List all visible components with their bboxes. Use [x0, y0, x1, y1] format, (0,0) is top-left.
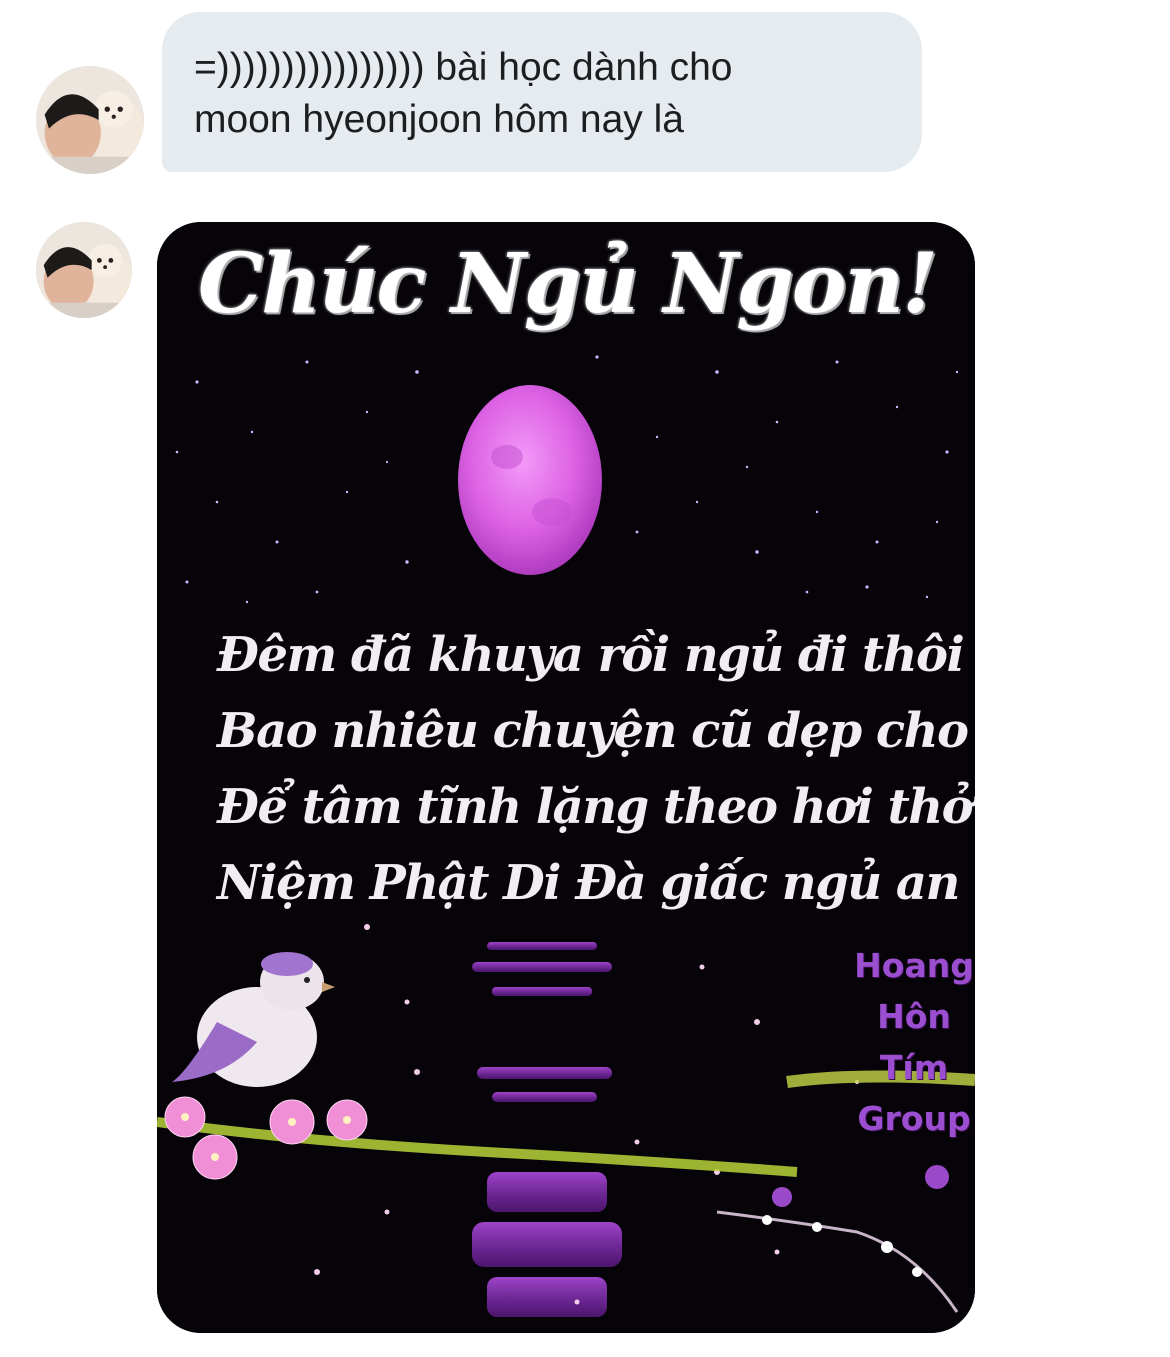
sender-avatar[interactable] [36, 222, 132, 318]
image-title: Chúc Ngủ Ngon! [197, 236, 938, 332]
watermark-line: Tím [879, 1048, 949, 1087]
sender-avatar[interactable] [36, 66, 144, 174]
avatar-photo-icon [36, 66, 144, 174]
poem: Đêm đã khuya rồi ngủ đi thôi Bao nhiêu c… [217, 617, 975, 921]
moon [458, 385, 602, 575]
watermark-line: Hoang [854, 946, 974, 985]
message-bubble[interactable]: =)))))))))))))))) bài học dành cho moon … [162, 12, 922, 172]
image-watermark: Hoang Hôn Tím Group [849, 940, 975, 1144]
watermark-line: Hôn [877, 997, 951, 1036]
avatar-photo-icon [36, 222, 132, 318]
poem-line: Để tâm tĩnh lặng theo hơi thở [217, 779, 974, 835]
message-text: =)))))))))))))))) bài học dành cho moon … [194, 46, 733, 141]
watermark-line: Group [857, 1099, 971, 1138]
poem-line: Đêm đã khuya rồi ngủ đi thôi [217, 627, 965, 683]
poem-line: Bao nhiêu chuyện cũ dẹp cho rồi [217, 703, 975, 759]
image-attachment[interactable]: Chúc Ngủ Ngon! Đêm đã khuya rồi ngủ đi t… [157, 222, 975, 1333]
poem-line: Niệm Phật Di Đà giấc ngủ an [217, 855, 960, 911]
